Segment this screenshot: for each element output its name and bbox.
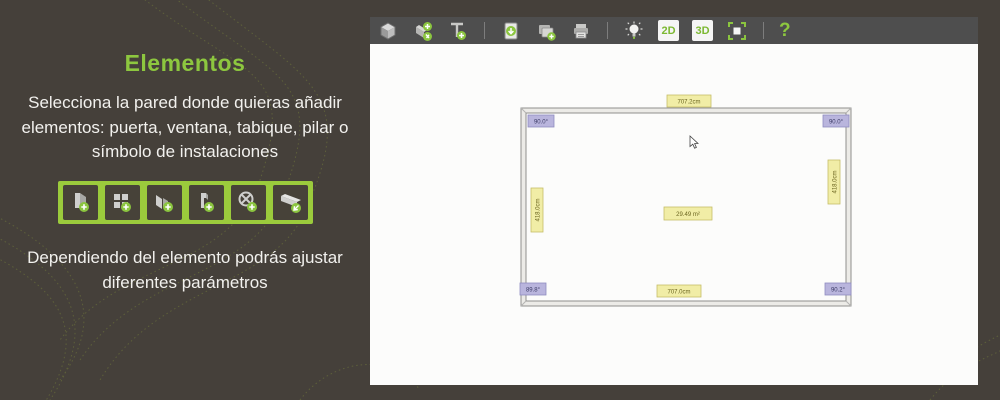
view-3d-label: 3D xyxy=(695,25,709,37)
export-document-icon[interactable] xyxy=(500,20,522,42)
angle-top-right-label: 90.0° xyxy=(823,115,849,127)
view-2d-button[interactable]: 2D xyxy=(658,20,679,41)
svg-text:707.2cm: 707.2cm xyxy=(677,100,700,106)
add-partition-button[interactable] xyxy=(147,185,182,220)
help-icon[interactable]: ? xyxy=(779,20,791,42)
add-text-icon[interactable] xyxy=(447,20,469,42)
svg-text:418.0cm: 418.0cm xyxy=(833,170,839,193)
add-image-icon[interactable] xyxy=(535,20,557,42)
add-partition-icon xyxy=(151,189,177,215)
help-label: ? xyxy=(779,20,791,41)
add-window-button[interactable] xyxy=(105,185,140,220)
floorplan-canvas[interactable]: 707.2cm 707.0cm 418.0cm 418.0cm 29.49 m² xyxy=(370,44,978,385)
angle-bottom-right-label: 90.2° xyxy=(825,283,851,295)
svg-text:90.0°: 90.0° xyxy=(534,120,549,126)
element-toolbar xyxy=(58,181,313,224)
dim-right-label: 418.0cm xyxy=(828,160,840,204)
svg-text:90.2°: 90.2° xyxy=(831,288,846,294)
svg-text:707.0cm: 707.0cm xyxy=(667,290,690,296)
add-ramp-icon xyxy=(277,189,303,215)
view-3d-button[interactable]: 3D xyxy=(692,20,713,41)
add-symbol-icon xyxy=(235,189,261,215)
area-label: 29.49 m² xyxy=(664,207,712,220)
add-door-button[interactable] xyxy=(63,185,98,220)
svg-text:90.0°: 90.0° xyxy=(829,120,844,126)
instruction-text-2: Dependiendo del elemento podrás ajustar … xyxy=(20,246,350,295)
floorplan-drawing: 707.2cm 707.0cm 418.0cm 418.0cm 29.49 m² xyxy=(370,44,978,385)
light-icon[interactable] xyxy=(623,20,645,42)
toolbar-separator xyxy=(484,22,485,39)
toolbar-separator xyxy=(763,22,764,39)
instruction-text-1: Selecciona la pared donde quieras añadir… xyxy=(18,91,352,165)
page-title: Elementos xyxy=(125,50,246,77)
add-ramp-button[interactable] xyxy=(273,185,308,220)
add-wall-icon[interactable] xyxy=(412,20,434,42)
print-icon[interactable] xyxy=(570,20,592,42)
add-symbol-button[interactable] xyxy=(231,185,266,220)
dim-top-label: 707.2cm xyxy=(667,95,711,107)
cube-3d-icon[interactable] xyxy=(377,20,399,42)
fullscreen-icon[interactable] xyxy=(726,20,748,42)
add-pillar-icon xyxy=(193,189,219,215)
add-door-icon xyxy=(67,189,93,215)
app-toolbar: 2D 3D ? xyxy=(370,17,978,44)
add-pillar-button[interactable] xyxy=(189,185,224,220)
angle-bottom-left-label: 89.8° xyxy=(520,283,546,295)
dim-left-label: 418.0cm xyxy=(531,188,543,232)
add-window-icon xyxy=(109,189,135,215)
tutorial-panel: Elementos Selecciona la pared donde quie… xyxy=(0,0,370,400)
angle-top-left-label: 90.0° xyxy=(528,115,554,127)
svg-text:418.0cm: 418.0cm xyxy=(536,198,542,221)
dim-bottom-label: 707.0cm xyxy=(657,285,701,297)
view-2d-label: 2D xyxy=(661,25,675,37)
toolbar-separator xyxy=(607,22,608,39)
svg-text:89.8°: 89.8° xyxy=(526,288,541,294)
svg-text:29.49 m²: 29.49 m² xyxy=(676,212,700,218)
